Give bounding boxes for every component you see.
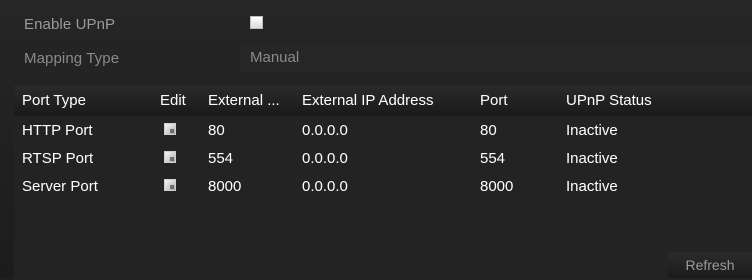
cell-status: Inactive [566,150,618,167]
cell-port-type: HTTP Port [22,122,93,139]
header-port[interactable]: Port [480,92,508,109]
table-row[interactable]: HTTP Port 80 0.0.0.0 80 Inactive [14,116,752,144]
cell-port: 80 [480,122,497,139]
edit-icon[interactable] [164,179,176,191]
table-row[interactable]: RTSP Port 554 0.0.0.0 554 Inactive [14,144,752,172]
edit-icon[interactable] [164,123,176,135]
cell-external-ip: 0.0.0.0 [302,178,348,195]
cell-external-port: 80 [208,122,225,139]
cell-status: Inactive [566,178,618,195]
upnp-settings-panel: Enable UPnP Mapping Type Manual Port Typ… [0,0,752,280]
enable-upnp-row: Enable UPnP [0,10,752,38]
cell-external-port: 554 [208,150,234,167]
cell-port: 8000 [480,178,514,195]
table-header: Port Type Edit External ... External IP … [14,86,752,116]
cell-external-ip: 0.0.0.0 [302,122,348,139]
header-port-type[interactable]: Port Type [22,92,86,109]
table-row[interactable]: Server Port 8000 0.0.0.0 8000 Inactive [14,172,752,200]
header-external-port[interactable]: External ... [208,92,294,109]
cell-port: 554 [480,150,506,167]
mapping-type-label: Mapping Type [24,49,120,67]
mapping-type-row: Mapping Type Manual [0,44,752,72]
enable-upnp-label: Enable UPnP [24,15,116,33]
mapping-type-select[interactable]: Manual [240,44,752,72]
header-edit[interactable]: Edit [160,92,186,109]
enable-upnp-checkbox[interactable] [250,16,263,29]
port-mapping-table: Port Type Edit External ... External IP … [14,86,752,280]
cell-external-port: 8000 [208,178,242,195]
mapping-type-value: Manual [250,49,300,66]
header-external-ip[interactable]: External IP Address [302,92,433,109]
cell-port-type: RTSP Port [22,150,94,167]
cell-port-type: Server Port [22,178,98,195]
header-upnp-status[interactable]: UPnP Status [566,92,652,109]
refresh-button[interactable]: Refresh [668,252,752,278]
cell-status: Inactive [566,122,618,139]
edit-icon[interactable] [164,151,176,163]
cell-external-ip: 0.0.0.0 [302,150,348,167]
